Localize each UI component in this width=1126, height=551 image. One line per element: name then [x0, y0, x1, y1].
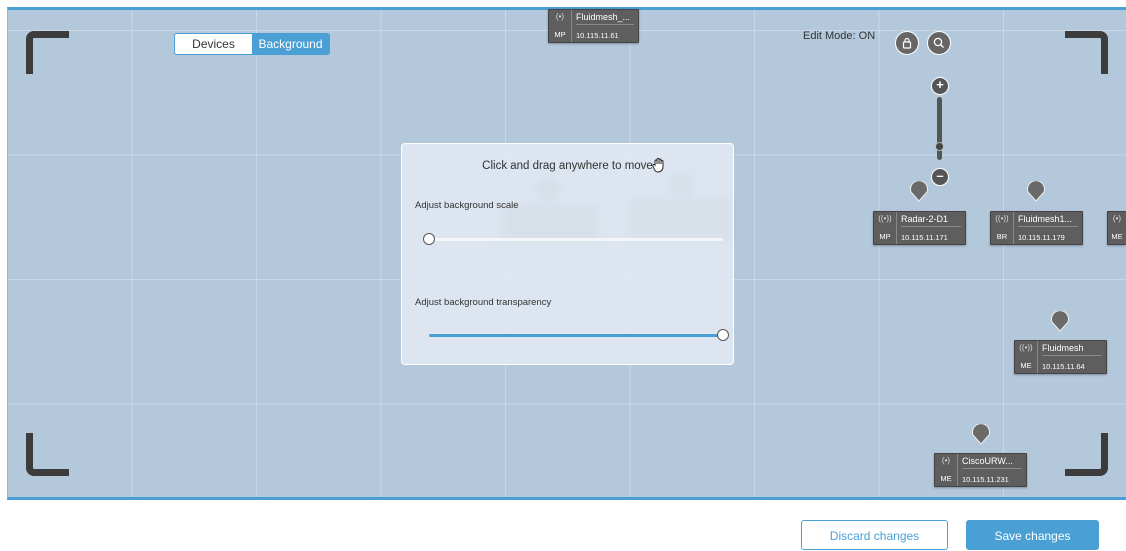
device-card-radar[interactable]: ((•)) MP Radar-2-D1 10.115.11.171: [873, 211, 966, 245]
panel-title: Click and drag anywhere to move: [482, 160, 653, 172]
transparency-slider-handle[interactable]: [717, 329, 729, 341]
radio-icon: ((•)): [878, 214, 892, 223]
edit-mode-label: Edit Mode: ON: [803, 30, 876, 42]
radio-icon: ((•)): [1019, 343, 1033, 352]
pin-icon[interactable]: [1049, 311, 1071, 333]
zoom-in-button[interactable]: +: [931, 77, 949, 95]
transparency-slider-track[interactable]: [429, 334, 723, 337]
background-adjust-panel[interactable]: Click and drag anywhere to move Adjust b…: [401, 143, 734, 365]
lock-icon: [902, 37, 912, 49]
device-card-edge[interactable]: (•) ME: [1107, 211, 1126, 245]
corner-bottom-left: [26, 433, 69, 476]
zoom-handle[interactable]: [935, 142, 944, 151]
corner-bottom-right: [1065, 433, 1108, 476]
toggle-background[interactable]: Background: [252, 34, 329, 54]
radio-icon: ((•)): [995, 214, 1009, 223]
transparency-label: Adjust background transparency: [415, 297, 552, 308]
device-card-cisco[interactable]: (•) ME CiscoURW... 10.115.11.231: [934, 453, 1027, 487]
pin-icon[interactable]: [970, 424, 992, 446]
hand-icon: [652, 158, 664, 173]
scale-slider-handle[interactable]: [423, 233, 435, 245]
lock-button[interactable]: [895, 31, 919, 55]
radio-icon: (•): [1112, 214, 1122, 223]
scale-slider-track[interactable]: [429, 238, 723, 241]
view-toggle: Devices Background: [174, 33, 330, 55]
radio-icon: (•): [941, 456, 951, 465]
corner-top-left: [26, 31, 69, 74]
search-button[interactable]: [927, 31, 951, 55]
pin-icon[interactable]: [908, 181, 930, 203]
radio-icon: (•): [555, 12, 565, 21]
device-card-top[interactable]: (•) MP Fluidmesh_... 10.115.11.61: [548, 9, 639, 43]
search-icon: [933, 37, 944, 48]
pin-icon[interactable]: [1025, 181, 1047, 203]
toggle-devices[interactable]: Devices: [175, 34, 252, 54]
device-card-fluidmesh[interactable]: ((•)) ME Fluidmesh 10.115.11.64: [1014, 340, 1107, 374]
scale-label: Adjust background scale: [415, 200, 519, 211]
zoom-out-button[interactable]: –: [931, 168, 949, 186]
corner-top-right: [1065, 31, 1108, 74]
device-card-fluidmesh1[interactable]: ((•)) BR Fluidmesh1... 10.115.11.179: [990, 211, 1083, 245]
